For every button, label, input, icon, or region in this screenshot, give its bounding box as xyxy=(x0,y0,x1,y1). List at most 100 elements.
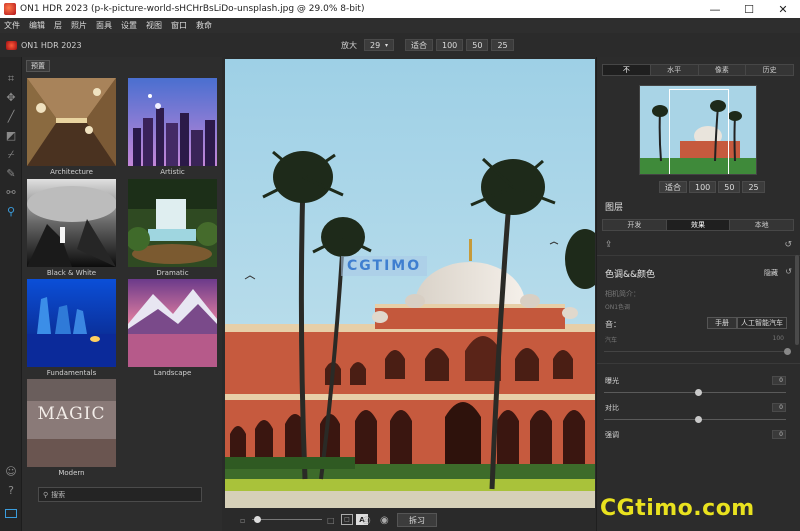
preset-black-white[interactable] xyxy=(27,179,116,267)
nav-25-button[interactable]: 25 xyxy=(742,181,765,193)
exposure-value[interactable]: 0 xyxy=(772,376,786,385)
zoom-controls: 放大 29 ▾ 适合 100 50 25 xyxy=(341,39,514,51)
minimize-button[interactable]: — xyxy=(698,0,732,18)
architecture-thumb xyxy=(27,78,116,166)
zoom-slider-knob[interactable] xyxy=(254,516,261,523)
canvas-bottom-bar: ▫ □ □ A ◎ ◉ 拆习 xyxy=(222,509,596,531)
reset-icon[interactable]: ↺ xyxy=(784,240,792,250)
tone-manual-button[interactable]: 手册 xyxy=(707,317,737,329)
zoom-slider[interactable] xyxy=(252,516,322,523)
title-bar: ON1 HDR 2023 (p-k-picture-world-sHCHrBsL… xyxy=(0,0,800,18)
menu-layer[interactable]: 层 xyxy=(54,20,62,31)
highlights-value[interactable]: 0 xyxy=(772,430,786,439)
tone-ai-button[interactable]: 人工智能汽车 xyxy=(737,317,787,329)
export-button[interactable]: 拆习 xyxy=(397,513,437,527)
preset-fundamentals[interactable] xyxy=(27,279,116,367)
layer-tabs: 开发 效果 本地 xyxy=(602,219,794,231)
nav-100-button[interactable]: 100 xyxy=(689,181,717,193)
camera-profile-label: 相机简介： xyxy=(605,290,640,298)
small-thumb-icon: ▫ xyxy=(240,515,246,525)
section-reset-icon[interactable]: ↺ xyxy=(785,267,792,276)
menu-settings[interactable]: 设置 xyxy=(121,20,137,31)
modern-thumb-text: MAGIC xyxy=(37,404,106,424)
menu-edit[interactable]: 编辑 xyxy=(29,20,45,31)
exposure-slider[interactable] xyxy=(604,389,786,396)
right-scrollbar[interactable] xyxy=(795,255,799,345)
preset-dramatic[interactable] xyxy=(128,179,217,267)
help-icon[interactable]: ? xyxy=(0,481,22,500)
tab-develop[interactable]: 开发 xyxy=(603,220,667,230)
tab-local[interactable]: 本地 xyxy=(730,220,794,230)
clone-icon[interactable]: ⚯ xyxy=(0,183,22,202)
preset-label: Modern xyxy=(58,469,85,477)
preview-icon[interactable]: □ xyxy=(341,514,353,525)
retouch-icon[interactable]: ✎ xyxy=(0,164,22,183)
search-placeholder: 搜索 xyxy=(51,490,66,499)
eraser-icon[interactable]: ⌿ xyxy=(0,145,22,164)
preset-artistic[interactable] xyxy=(128,78,217,166)
navigator-zoom: 适合 100 50 25 xyxy=(659,181,765,193)
photo[interactable]: CGTIMO xyxy=(225,59,595,508)
tab-effects[interactable]: 效果 xyxy=(666,220,731,230)
contrast-value[interactable]: 0 xyxy=(772,403,786,412)
zoom-select[interactable]: 29 ▾ xyxy=(364,39,394,51)
brush-icon[interactable]: ╱ xyxy=(0,107,22,126)
auto-slider[interactable] xyxy=(604,348,791,355)
preset-landscape[interactable] xyxy=(128,279,217,367)
maximize-button[interactable]: ☐ xyxy=(732,0,766,18)
top-toolbar: ON1 HDR 2023 放大 29 ▾ 适合 100 50 25 xyxy=(0,33,800,57)
nav-50-button[interactable]: 50 xyxy=(718,181,741,193)
menu-photo[interactable]: 照片 xyxy=(71,20,87,31)
tab-navigator[interactable]: 不 xyxy=(603,65,651,75)
window-title: ON1 HDR 2023 (p-k-picture-world-sHCHrBsL… xyxy=(20,4,365,14)
zoom-50-button[interactable]: 50 xyxy=(466,39,489,51)
menu-window[interactable]: 窗口 xyxy=(171,20,187,31)
preset-architecture[interactable] xyxy=(27,78,116,166)
menu-help[interactable]: 救命 xyxy=(196,20,212,31)
panel-toggle-icon[interactable] xyxy=(5,509,17,518)
section-hide[interactable]: 隐藏 xyxy=(764,268,778,278)
exposure-slider-knob[interactable] xyxy=(695,389,702,396)
right-panel: 不 水平 像素 历史 适合 100 50 25 图层 开发 效果 本地 ⇪ ↺ … xyxy=(596,57,800,531)
close-button[interactable]: ✕ xyxy=(766,0,800,18)
tab-info[interactable]: 像素 xyxy=(698,65,747,75)
navigator-preview[interactable] xyxy=(639,85,757,175)
image-canvas[interactable]: CGTIMO ▫ □ □ A ◎ ◉ 拆习 xyxy=(222,57,596,531)
zoom-fit-button[interactable]: 适合 xyxy=(405,39,433,51)
tool-rail: ⌗ ✥ ╱ ◩ ⌿ ✎ ⚯ ⚲ ☺ ? xyxy=(0,57,22,531)
brand: ON1 HDR 2023 xyxy=(6,40,82,50)
import-icon[interactable]: ⇪ xyxy=(605,240,613,250)
menu-file[interactable]: 文件 xyxy=(4,20,20,31)
zoom-value: 29 xyxy=(370,40,381,50)
contrast-slider-knob[interactable] xyxy=(695,416,702,423)
tab-history[interactable]: 历史 xyxy=(746,65,793,75)
gradient-icon[interactable]: ◩ xyxy=(0,126,22,145)
presets-search[interactable]: ⚲ 搜索 xyxy=(38,487,202,502)
presets-tab[interactable]: 预置 xyxy=(26,60,50,72)
user-icon[interactable]: ☺ xyxy=(0,462,22,481)
preset-label: Landscape xyxy=(153,369,192,377)
tab-levels[interactable]: 水平 xyxy=(650,65,699,75)
tomb-photo xyxy=(225,59,595,508)
menu-mask[interactable]: 面具 xyxy=(96,20,112,31)
large-thumb-icon: □ xyxy=(327,515,335,525)
mask-view-icon[interactable]: ◎ xyxy=(362,515,371,526)
zoom-25-button[interactable]: 25 xyxy=(491,39,514,51)
on1-logo-icon xyxy=(6,40,17,50)
preset-label: Dramatic xyxy=(156,269,189,277)
crop-icon[interactable]: ⌗ xyxy=(0,69,22,88)
brand-label: ON1 HDR 2023 xyxy=(21,40,82,50)
menu-view[interactable]: 视图 xyxy=(146,20,162,31)
section-title[interactable]: 色调&&颜色 xyxy=(605,267,655,280)
move-icon[interactable]: ✥ xyxy=(0,88,22,107)
preset-modern[interactable]: MAGIC xyxy=(27,379,116,467)
zoom-icon[interactable]: ⚲ xyxy=(0,202,22,221)
navigator-viewport[interactable] xyxy=(669,89,729,174)
zoom-100-button[interactable]: 100 xyxy=(436,39,464,51)
nav-fit-button[interactable]: 适合 xyxy=(659,181,687,193)
eye-icon[interactable]: ◉ xyxy=(380,515,389,526)
auto-value: 100 xyxy=(772,335,784,342)
dramatic-thumb xyxy=(128,179,217,267)
contrast-slider[interactable] xyxy=(604,416,786,423)
auto-slider-knob[interactable] xyxy=(784,348,791,355)
